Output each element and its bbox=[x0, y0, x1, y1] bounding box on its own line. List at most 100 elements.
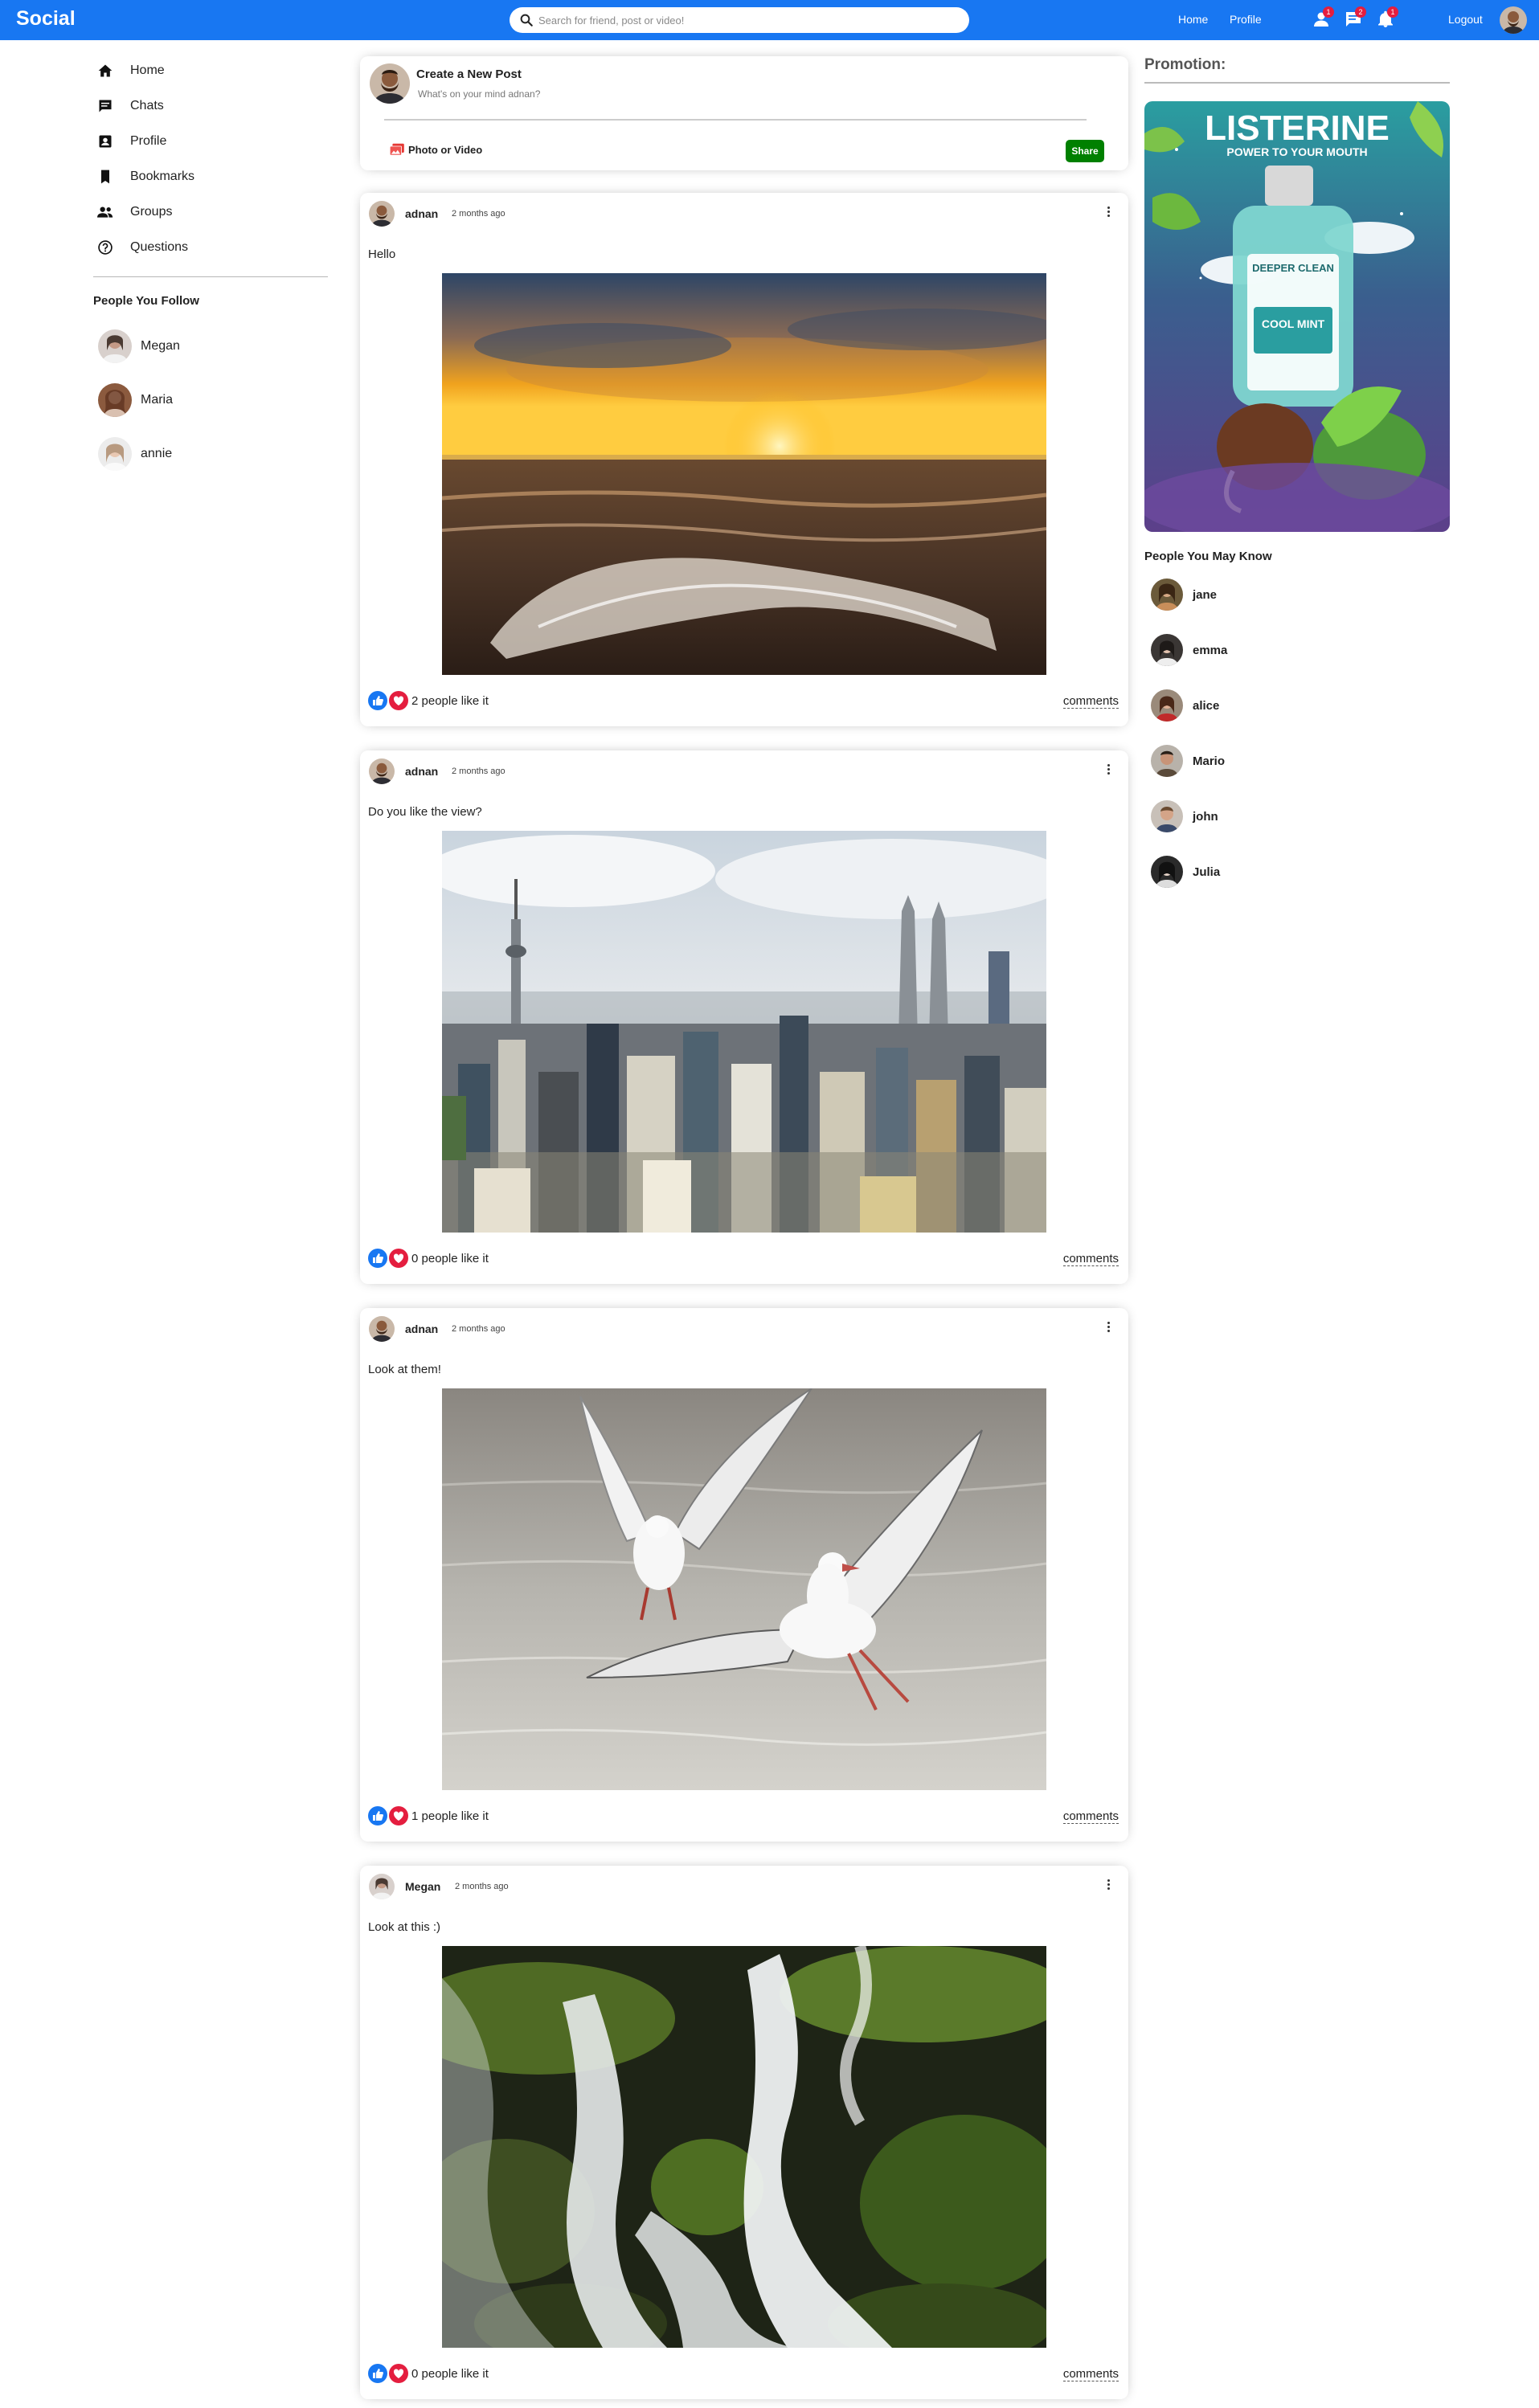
suggested-person[interactable]: jane bbox=[1151, 578, 1217, 611]
sidebar-item-label: Groups bbox=[130, 205, 173, 219]
post-image-waterfall[interactable] bbox=[442, 1946, 1046, 2348]
post-image-seagulls[interactable] bbox=[442, 1388, 1046, 1790]
avatar bbox=[98, 329, 132, 363]
app-logo[interactable]: Social bbox=[16, 7, 76, 31]
comments-link[interactable]: comments bbox=[1062, 2367, 1119, 2381]
post-card: Megan 2 months ago Look at this :) 0 peo… bbox=[360, 1866, 1128, 2399]
photo-video-option[interactable]: Photo or Video bbox=[389, 143, 482, 156]
promotion-ad-image[interactable]: LISTERINE POWER TO YOUR MOUTH DEEPER CLE… bbox=[1144, 101, 1450, 532]
notifications-badge: 1 bbox=[1387, 6, 1398, 18]
notifications-button[interactable]: 1 bbox=[1376, 6, 1398, 31]
post-card: adnan 2 months ago Do you like the view? bbox=[360, 750, 1128, 1284]
post-username[interactable]: adnan bbox=[405, 1323, 438, 1335]
post-text: Look at them! bbox=[368, 1363, 441, 1376]
create-post-title: Create a New Post bbox=[416, 67, 522, 81]
post-footer: 1 people like it comments bbox=[368, 1806, 1119, 1827]
post-card: adnan 2 months ago Hello 2 people like i… bbox=[360, 193, 1128, 726]
nav-home-link[interactable]: Home bbox=[1178, 13, 1208, 26]
suggested-person[interactable]: alice bbox=[1151, 689, 1219, 722]
suggested-person[interactable]: john bbox=[1151, 800, 1218, 832]
following-item[interactable]: annie bbox=[98, 437, 172, 471]
search-input[interactable] bbox=[538, 12, 956, 28]
suggested-person[interactable]: emma bbox=[1151, 634, 1227, 666]
post-image-city-skyline[interactable] bbox=[442, 831, 1046, 1233]
suggested-person-name: Mario bbox=[1193, 754, 1226, 768]
post-card: adnan 2 months ago Look at them! 1 peopl… bbox=[360, 1308, 1128, 1842]
post-footer: 2 people like it comments bbox=[368, 691, 1119, 712]
messages-button[interactable]: 2 bbox=[1344, 6, 1366, 31]
people-you-may-know-title: People You May Know bbox=[1144, 550, 1272, 563]
like-count: 2 people like it bbox=[411, 694, 489, 708]
following-item[interactable]: Megan bbox=[98, 329, 180, 363]
user-avatar[interactable] bbox=[1500, 6, 1527, 34]
avatar bbox=[98, 437, 132, 471]
sidebar-item-profile[interactable]: Profile bbox=[96, 130, 166, 153]
suggested-person-name: john bbox=[1193, 809, 1218, 824]
sidebar-item-bookmarks[interactable]: Bookmarks bbox=[96, 166, 194, 188]
comments-link[interactable]: comments bbox=[1062, 1809, 1119, 1824]
avatar bbox=[370, 63, 410, 104]
avatar[interactable] bbox=[369, 758, 395, 784]
sidebar-item-label: Bookmarks bbox=[130, 170, 195, 183]
heart-icon[interactable] bbox=[389, 1806, 408, 1825]
groups-icon bbox=[96, 203, 114, 221]
following-name: Megan bbox=[141, 339, 180, 353]
ad-tagline: POWER TO YOUR MOUTH bbox=[1226, 145, 1367, 158]
sidebar-item-chats[interactable]: Chats bbox=[96, 95, 164, 117]
like-icon[interactable] bbox=[368, 1806, 387, 1825]
friend-requests-badge: 1 bbox=[1323, 6, 1334, 18]
post-username[interactable]: adnan bbox=[405, 765, 438, 778]
avatar[interactable] bbox=[369, 201, 395, 227]
sidebar-item-label: Home bbox=[130, 63, 165, 77]
comments-link[interactable]: comments bbox=[1062, 694, 1119, 709]
ad-brand: LISTERINE bbox=[1205, 108, 1390, 148]
avatar bbox=[1151, 745, 1183, 777]
comments-link[interactable]: comments bbox=[1062, 1252, 1119, 1266]
post-text-input[interactable] bbox=[418, 88, 868, 100]
nav-profile-link[interactable]: Profile bbox=[1230, 13, 1262, 26]
sidebar-item-groups[interactable]: Groups bbox=[96, 201, 172, 223]
sidebar-item-questions[interactable]: Questions bbox=[96, 236, 188, 259]
heart-icon[interactable] bbox=[389, 691, 408, 710]
like-icon[interactable] bbox=[368, 1249, 387, 1268]
more-options-icon[interactable] bbox=[1104, 1320, 1112, 1336]
search-bar[interactable] bbox=[510, 7, 969, 33]
more-options-icon[interactable] bbox=[1104, 762, 1112, 779]
post-footer: 0 people like it comments bbox=[368, 2364, 1119, 2385]
chat-icon bbox=[96, 97, 114, 115]
post-username[interactable]: Megan bbox=[405, 1880, 440, 1893]
logout-link[interactable]: Logout bbox=[1448, 13, 1483, 26]
question-icon bbox=[96, 239, 114, 256]
like-icon[interactable] bbox=[368, 691, 387, 710]
heart-icon[interactable] bbox=[389, 2364, 408, 2383]
sidebar-item-home[interactable]: Home bbox=[96, 59, 165, 82]
suggested-person[interactable]: Mario bbox=[1151, 745, 1225, 777]
avatar[interactable] bbox=[369, 1874, 395, 1899]
friend-requests-button[interactable]: 1 bbox=[1312, 6, 1334, 31]
share-button[interactable]: Share bbox=[1066, 140, 1104, 162]
following-item[interactable]: Maria bbox=[98, 383, 173, 417]
post-image-sunset-beach[interactable] bbox=[442, 273, 1046, 675]
like-count: 0 people like it bbox=[411, 2367, 489, 2381]
sidebar-item-label: Questions bbox=[130, 240, 189, 254]
avatar[interactable] bbox=[369, 1316, 395, 1342]
avatar bbox=[1151, 578, 1183, 611]
heart-icon[interactable] bbox=[389, 1249, 408, 1268]
post-text: Look at this :) bbox=[368, 1920, 441, 1934]
avatar bbox=[1151, 689, 1183, 722]
post-username[interactable]: adnan bbox=[405, 207, 438, 220]
more-options-icon[interactable] bbox=[1104, 205, 1112, 221]
create-post-card: Create a New Post Photo or Video Share bbox=[360, 56, 1128, 170]
following-title: People You Follow bbox=[93, 294, 199, 308]
avatar bbox=[1151, 856, 1183, 888]
suggested-person[interactable]: Julia bbox=[1151, 856, 1220, 888]
avatar bbox=[1151, 800, 1183, 832]
post-date: 2 months ago bbox=[455, 1882, 509, 1891]
promotion-title: Promotion: bbox=[1144, 56, 1226, 73]
post-text: Hello bbox=[368, 247, 396, 261]
like-icon[interactable] bbox=[368, 2364, 387, 2383]
suggested-person-name: jane bbox=[1193, 587, 1218, 602]
suggested-person-name: alice bbox=[1193, 698, 1220, 713]
post-date: 2 months ago bbox=[452, 767, 505, 776]
more-options-icon[interactable] bbox=[1104, 1878, 1112, 1894]
